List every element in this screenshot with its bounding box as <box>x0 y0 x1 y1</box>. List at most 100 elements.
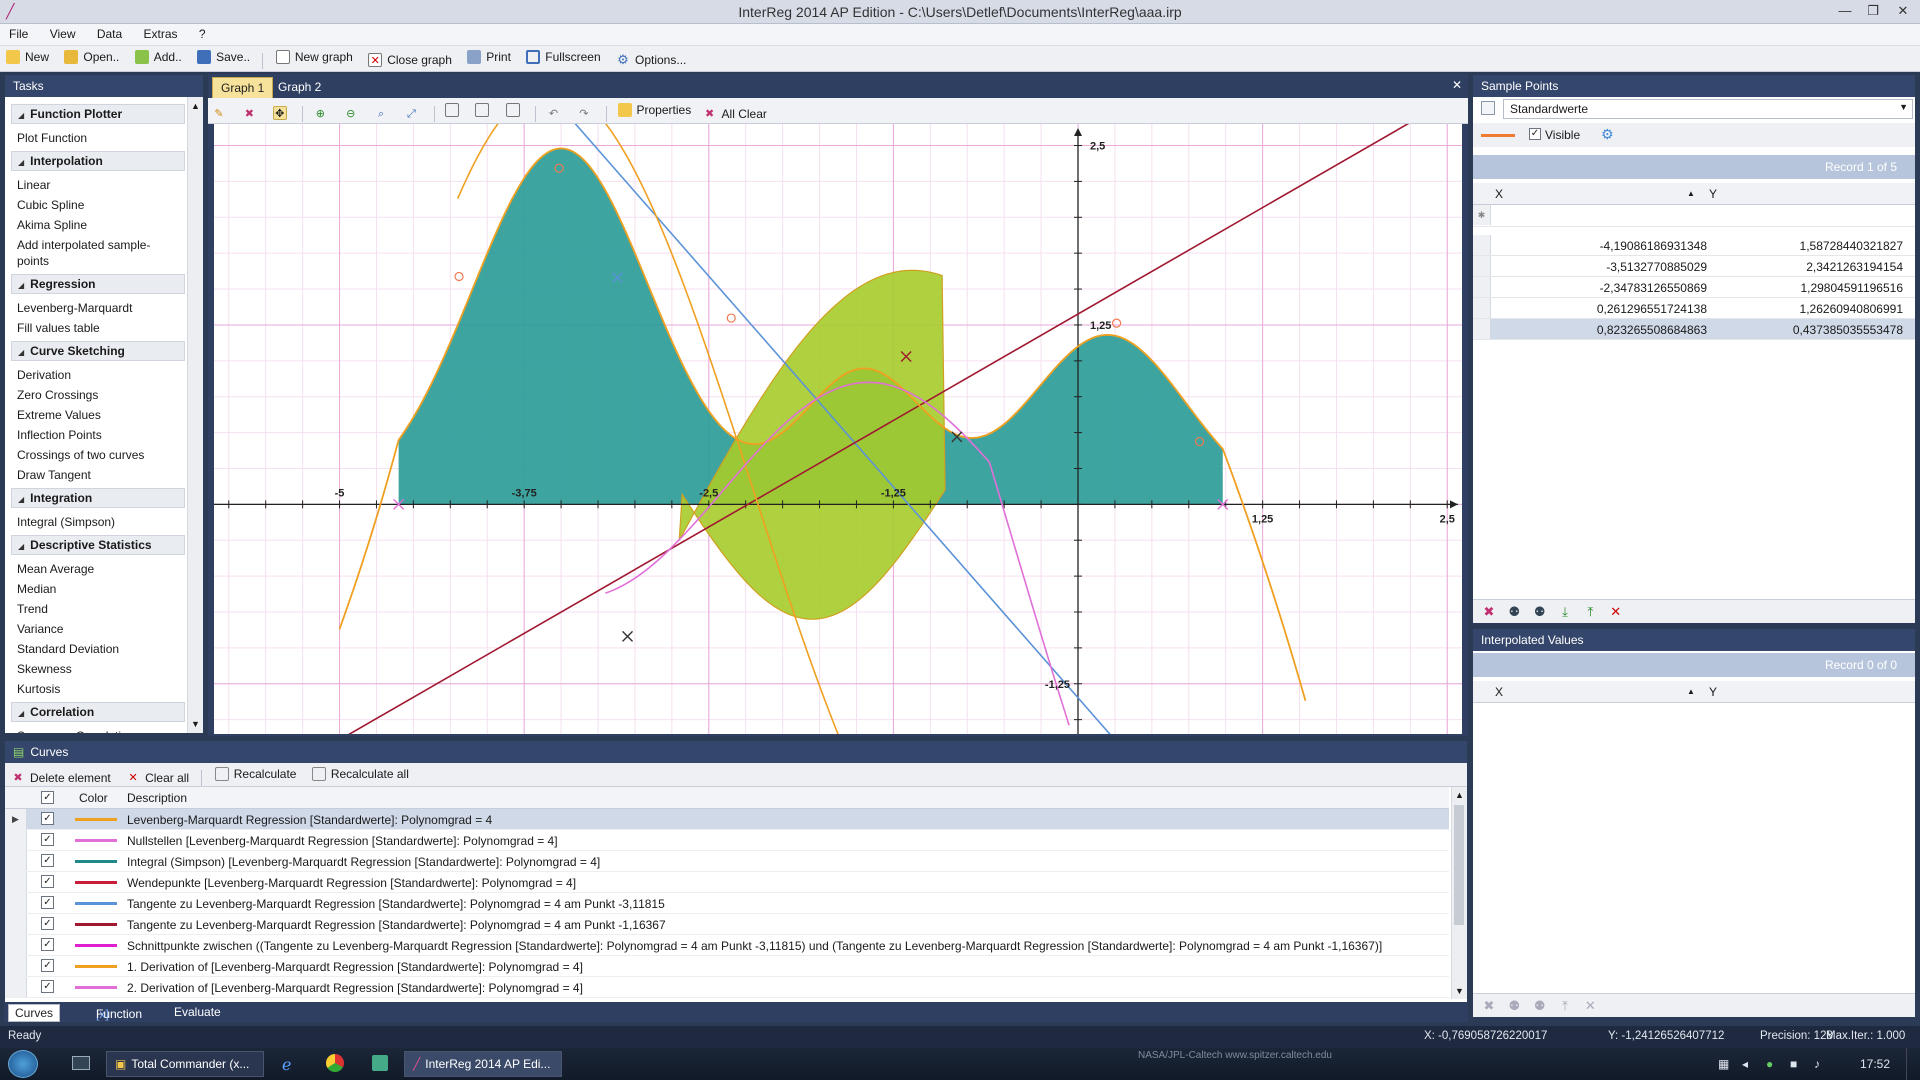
chrome-icon[interactable] <box>326 1054 344 1072</box>
task-item-trend[interactable]: Trend <box>11 599 185 619</box>
all-clear-button[interactable]: ✖ All Clear <box>699 102 771 126</box>
column-description[interactable]: Description <box>127 791 187 805</box>
task-section-integration[interactable]: Integration <box>11 488 185 508</box>
curve-visible-checkbox[interactable]: ✓ <box>41 959 54 972</box>
sample-x-cell[interactable]: -2,34783126550869 <box>1493 281 1707 295</box>
column-y[interactable]: Y <box>1709 685 1717 699</box>
move-tool[interactable]: ✥ <box>269 101 296 125</box>
task-section-interpolation[interactable]: Interpolation <box>11 151 185 171</box>
taskbar-interreg[interactable]: ╱ InterReg 2014 AP Edi... <box>404 1051 562 1077</box>
pen-tool[interactable]: ✎ <box>208 102 235 126</box>
taskbar-total-commander[interactable]: ▣ Total Commander (x... <box>106 1051 264 1077</box>
tab-graph-2[interactable]: Graph 2 <box>270 77 329 98</box>
sample-row[interactable]: 0,823265508684863 0,437385035553478 <box>1473 319 1915 340</box>
new-button[interactable]: New <box>0 46 55 68</box>
curve-color-swatch[interactable] <box>75 818 117 821</box>
zoom-out-tool[interactable]: ⊖ <box>340 102 367 126</box>
sample-row[interactable]: -3,5132770885029 2,3421263194154 <box>1473 256 1915 277</box>
close-tab-icon[interactable]: ✕ <box>1452 78 1462 92</box>
undo-tool[interactable]: ↶ <box>542 102 569 126</box>
redo-tool[interactable]: ↷ <box>573 102 600 126</box>
sample-y-cell[interactable]: 1,58728440321827 <box>1709 239 1903 253</box>
find-icon[interactable]: ⚉ <box>1506 604 1522 620</box>
sample-y-cell[interactable]: 0,437385035553478 <box>1709 323 1903 337</box>
start-button[interactable] <box>8 1050 38 1078</box>
close-graph-button[interactable]: ✕ Close graph <box>362 49 458 71</box>
fit-tool[interactable]: ⤢ <box>400 102 427 126</box>
task-section-regression[interactable]: Regression <box>11 274 185 294</box>
task-item-fill-values-table[interactable]: Fill values table <box>11 318 185 338</box>
curve-row[interactable]: ✓ 2. Derivation of [Levenberg-Marquardt R… <box>5 977 1449 998</box>
task-section-correlation[interactable]: Correlation <box>11 702 185 722</box>
task-item-levenberg-marquardt[interactable]: Levenberg-Marquardt <box>11 298 185 318</box>
tab-function[interactable]: [x] Function <box>84 1004 142 1021</box>
select-all-checkbox[interactable]: ✓ <box>41 791 54 804</box>
curves-scrollbar[interactable]: ▲ ▼ <box>1451 787 1467 999</box>
curve-row[interactable]: ✓ Wendepunkte [Levenberg-Marquardt Regres… <box>5 872 1449 893</box>
new-row[interactable]: ✱ <box>1473 205 1915 227</box>
delete-row-icon[interactable]: ✖ <box>1481 998 1497 1014</box>
options-button[interactable]: ⚙ Options... <box>610 49 692 71</box>
curve-row[interactable]: ▶ ✓ Levenberg-Marquardt Regression [Standa… <box>5 809 1449 830</box>
scroll-up-icon[interactable]: ▲ <box>191 101 200 111</box>
sample-y-cell[interactable]: 2,3421263194154 <box>1709 260 1903 274</box>
column-y[interactable]: Y <box>1709 187 1717 201</box>
column-x[interactable]: X <box>1495 685 1503 699</box>
curve-visible-checkbox[interactable]: ✓ <box>41 938 54 951</box>
curve-visible-checkbox[interactable]: ✓ <box>41 917 54 930</box>
sample-row[interactable]: -4,19086186931348 1,58728440321827 <box>1473 235 1915 256</box>
task-item-inflection-points[interactable]: Inflection Points <box>11 425 185 445</box>
new-dataset-icon[interactable] <box>1481 101 1495 115</box>
task-item-variance[interactable]: Variance <box>11 619 185 639</box>
visible-checkbox[interactable]: ✓ <box>1529 128 1541 140</box>
curve-row[interactable]: ✓ Nullstellen [Levenberg-Marquardt Regres… <box>5 830 1449 851</box>
task-item-cubic-spline[interactable]: Cubic Spline <box>11 195 185 215</box>
fullscreen-button[interactable]: Fullscreen <box>520 46 606 68</box>
zoom-in-tool[interactable]: ⊕ <box>309 102 336 126</box>
row-selector[interactable] <box>5 977 27 997</box>
curve-visible-checkbox[interactable]: ✓ <box>41 896 54 909</box>
layout-2-tool[interactable] <box>471 98 498 122</box>
recalculate-button[interactable]: Recalculate <box>209 763 303 785</box>
task-item-akima-spline[interactable]: Akima Spline <box>11 215 185 235</box>
dataset-select[interactable]: Standardwerte ▼ <box>1503 99 1913 119</box>
scroll-down-icon[interactable]: ▼ <box>1455 986 1464 996</box>
curve-visible-checkbox[interactable]: ✓ <box>41 980 54 993</box>
sample-y-cell[interactable]: 1,29804591196516 <box>1709 281 1903 295</box>
menu-extras[interactable]: Extras <box>135 24 187 44</box>
scroll-down-icon[interactable]: ▼ <box>191 719 200 729</box>
task-item-integral-simpson-[interactable]: Integral (Simpson) <box>11 512 185 532</box>
column-color[interactable]: Color <box>79 791 108 805</box>
scroll-up-icon[interactable]: ▲ <box>1455 790 1464 800</box>
row-selector[interactable] <box>5 830 27 850</box>
task-section-curve-sketching[interactable]: Curve Sketching <box>11 341 185 361</box>
tray-app-icon[interactable]: ● <box>1766 1057 1773 1071</box>
task-item-mean-average[interactable]: Mean Average <box>11 559 185 579</box>
curve-color-swatch[interactable] <box>75 881 117 884</box>
close-icon[interactable]: ✕ <box>1890 2 1916 20</box>
task-item-crossings-of-two-curves[interactable]: Crossings of two curves <box>11 445 185 465</box>
desktop-icon[interactable] <box>72 1056 90 1070</box>
remove-icon[interactable]: ✕ <box>1582 998 1598 1014</box>
menu-view[interactable]: View <box>41 24 85 44</box>
sample-x-cell[interactable]: -4,19086186931348 <box>1493 239 1707 253</box>
plot-svg[interactable]: -5 -3,75 -2,5 -1,25 1,25 2,5 2,5 1,25 -1,25 <box>214 73 1462 758</box>
row-selector[interactable] <box>1473 277 1491 297</box>
curve-color-swatch[interactable] <box>75 860 117 863</box>
curve-row[interactable]: ✓ Tangente zu Levenberg-Marquardt Regress… <box>5 893 1449 914</box>
menu-help[interactable]: ? <box>190 24 215 44</box>
curve-color-swatch[interactable] <box>75 986 117 989</box>
network-icon[interactable]: ▦ <box>1718 1057 1729 1071</box>
task-item-spearman-correlation[interactable]: Spearman Correlation <box>11 726 185 733</box>
speaker-icon[interactable]: ♪ <box>1814 1057 1820 1071</box>
sample-x-cell[interactable]: 0,261296551724138 <box>1493 302 1707 316</box>
save-button[interactable]: Save.. <box>191 46 256 68</box>
curve-row[interactable]: ✓ Integral (Simpson) [Levenberg-Marquardt… <box>5 851 1449 872</box>
task-section-function-plotter[interactable]: Function Plotter <box>11 104 185 124</box>
curve-color-swatch[interactable] <box>75 902 117 905</box>
curve-row[interactable]: ✓ Schnittpunkte zwischen ((Tangente zu Le… <box>5 935 1449 956</box>
sample-row[interactable]: -2,34783126550869 1,29804591196516 <box>1473 277 1915 298</box>
scroll-thumb[interactable] <box>1454 805 1464 925</box>
remove-dataset-icon[interactable]: ✕ <box>1608 604 1624 620</box>
minimize-icon[interactable]: — <box>1832 2 1858 20</box>
